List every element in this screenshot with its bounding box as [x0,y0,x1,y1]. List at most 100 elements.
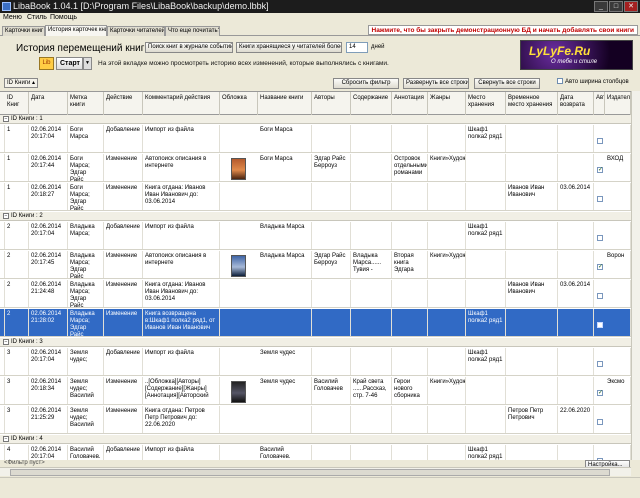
cell-content [351,154,392,181]
cell-action: Добавление [104,125,143,152]
column-header-place[interactable]: Место хранения [466,92,506,115]
cell-title [258,183,312,210]
menu-item-menu[interactable]: Меню [3,14,22,21]
column-header-temp[interactable]: Временное место хранения [506,92,558,115]
tab-book-cards[interactable]: Карточки книг [2,26,45,36]
table-row[interactable]: 2 02.06.2014 21:24:48 Владыка Марса; Эдгар… [0,280,640,308]
logo-tagline: О тебе и стиле [551,59,598,65]
cell-tag: Боги Марса; Эдгар Райс [68,183,104,210]
menu-item-help[interactable]: Помощь [50,14,77,21]
group-row[interactable]: − ID Книги : 4 [0,435,640,444]
collapse-icon[interactable]: − [3,213,9,219]
column-header-cover[interactable]: Обложка [220,92,258,115]
table-row[interactable]: 3 02.06.2014 20:18:34 Земля чудес; Василий… [0,377,640,405]
cell-date: 02.06.2014 21:24:48 [29,280,68,307]
cell-date: 02.06.2014 20:17:04 [29,445,68,460]
tab-what-to-read[interactable]: Что еще почитать? [165,26,220,36]
cell-annotation [392,183,428,210]
table-row[interactable]: 2 02.06.2014 20:17:04 Владыка Марса; Добавл… [0,222,640,250]
group-chip-label: ID Книги [7,80,31,86]
scroll-thumb[interactable] [10,469,610,476]
expand-all-button[interactable]: Развернуть все строки [403,78,469,89]
column-header-title[interactable]: Название книги [258,92,312,115]
menu-bar: Меню Стиль Помощь [0,13,640,24]
auto-checkbox[interactable]: ✓ [597,167,603,173]
filter-status: <Фильтр пуст> [4,460,45,466]
cell-annotation: Островок отдельными романами [392,154,428,181]
auto-width-checkbox[interactable]: Авто ширина столбцов [557,78,629,85]
maximize-button[interactable]: □ [609,1,623,12]
group-row[interactable]: − ID Книги : 3 [0,338,640,347]
collapse-icon[interactable]: − [3,339,9,345]
bottom-bar [0,477,640,498]
collapse-icon[interactable]: − [3,116,9,122]
start-button[interactable]: Старт [56,57,83,70]
table-row[interactable]: 4 02.06.2014 20:17:04 Василий Головачев. До… [0,445,640,460]
column-header-authors[interactable]: Авторы [312,92,351,115]
column-header-id[interactable]: ID Книг [5,92,29,115]
cell-content: Владыка Марса...... Тувия - [351,251,392,278]
column-header-action[interactable]: Действие [104,92,143,115]
cell-temp [506,154,558,181]
table-row[interactable]: 3 02.06.2014 21:25:29 Земля чудес; Василий… [0,406,640,434]
collapse-icon[interactable]: − [3,436,9,442]
cell-return [558,445,594,460]
days-input[interactable]: 14 [346,42,368,53]
cell-tag: Земля чудес; [68,348,104,375]
auto-checkbox[interactable] [597,322,603,328]
cell-publisher [605,309,631,336]
cell-temp [506,445,558,460]
table-row[interactable]: 2 02.06.2014 21:28:02 Владыка Марса; Эдгар… [0,309,640,337]
auto-checkbox[interactable] [597,361,603,367]
start-dropdown-arrow-icon[interactable]: ▼ [83,57,92,70]
table-row[interactable]: 3 02.06.2014 20:17:04 Земля чудес; Добавлен… [0,348,640,376]
cell-id: 1 [5,125,29,152]
group-row[interactable]: − ID Книги : 2 [0,212,640,221]
history-grid: ID Книг Дата Метка книги Действие Комментари… [0,91,640,460]
cell-date: 02.06.2014 20:17:04 [29,125,68,152]
close-demo-warning-link[interactable]: Нажмите, что бы закрыть демонстрационную… [367,25,638,35]
column-header-comment[interactable]: Комментарий действия [143,92,220,115]
table-row[interactable]: 1 02.06.2014 20:17:04 Боги Марса Добавление… [0,125,640,153]
auto-checkbox[interactable]: ✓ [597,264,603,270]
column-header-auto[interactable]: Авто [594,92,605,115]
site-logo[interactable]: LyLyFe.Ru О тебе и стиле [520,40,633,70]
window-title: LibaBook 1.04.1 [D:\Program Files\LibaBo… [13,1,269,11]
auto-checkbox[interactable]: ✓ [597,390,603,396]
cell-return [558,222,594,249]
menu-item-style[interactable]: Стиль [27,14,47,21]
column-header-genres[interactable]: Жанры [428,92,466,115]
minimize-button[interactable]: _ [594,1,608,12]
cell-annotation [392,222,428,249]
auto-checkbox[interactable] [597,138,603,144]
column-header-content[interactable]: Содержание [351,92,392,115]
group-by-chip[interactable]: ID Книги ▴ [4,78,39,88]
cell-title: Владыка Марса [258,251,312,278]
column-header-date[interactable]: Дата [29,92,68,115]
close-button[interactable]: ✕ [624,1,638,12]
auto-checkbox[interactable] [597,235,603,241]
search-journal-button[interactable]: Поиск книг в журнале событий [145,42,233,53]
auto-checkbox[interactable] [597,419,603,425]
vertical-scrollbar[interactable] [631,91,640,460]
column-header-tag[interactable]: Метка книги [68,92,104,115]
tab-book-history[interactable]: История карточек книг [45,25,107,36]
auto-checkbox[interactable] [597,293,603,299]
cell-date: 02.06.2014 20:17:45 [29,251,68,278]
books-at-readers-button[interactable]: Книги хранящиеся у читателей более [236,42,342,53]
reset-filter-button[interactable]: Сбросить фильтр [333,78,399,89]
column-header-return[interactable]: Дата возврата [558,92,594,115]
column-header-annotation[interactable]: Аннотация [392,92,428,115]
horizontal-scrollbar[interactable] [0,467,631,476]
table-row[interactable]: 1 02.06.2014 20:17:44 Боги Марса; Эдгар Ра… [0,154,640,182]
cell-authors [312,125,351,152]
cell-annotation [392,280,428,307]
cell-title: Земля чудес [258,348,312,375]
collapse-all-button[interactable]: Свернуть все строки [474,78,540,89]
table-row[interactable]: 1 02.06.2014 20:18:27 Боги Марса; Эдгар Ра… [0,183,640,211]
auto-checkbox[interactable] [597,196,603,202]
column-header-publisher[interactable]: Издатель [605,92,631,115]
tab-reader-cards[interactable]: Карточки читателей [107,26,165,36]
group-row[interactable]: − ID Книги : 1 [0,115,640,124]
table-row[interactable]: 2 02.06.2014 20:17:45 Владыка Марса; Эдгар… [0,251,640,279]
